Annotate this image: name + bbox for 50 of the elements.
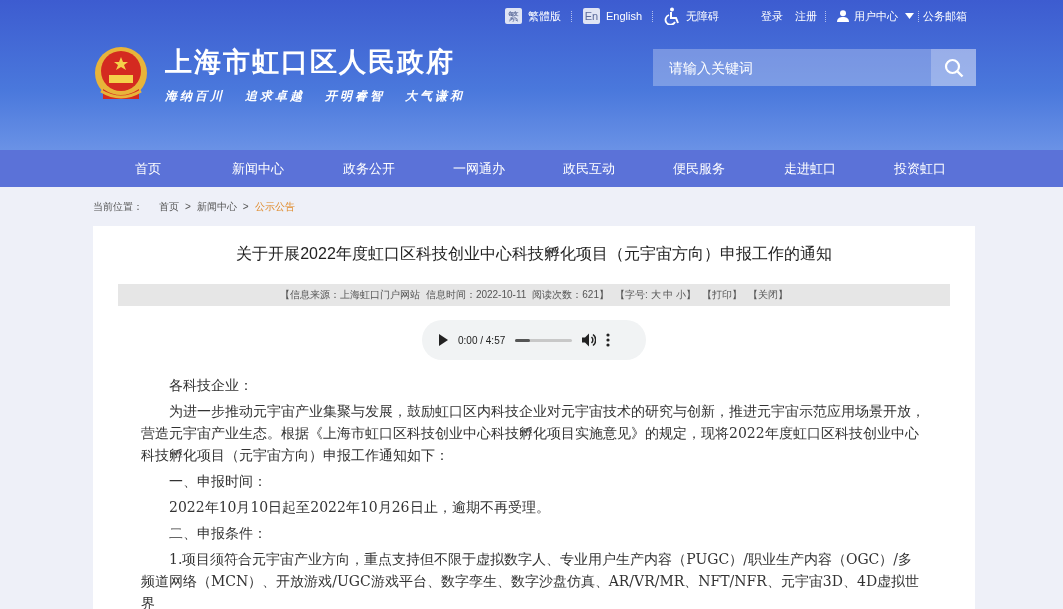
nav-tab[interactable]: 便民服务	[644, 150, 755, 187]
meta-text: 【信息来源：上海虹口门户网站	[279, 288, 420, 302]
breadcrumb-link[interactable]: 新闻中心	[196, 199, 237, 214]
progress-track[interactable]	[515, 338, 573, 342]
meta-link[interactable]: 【字号: 大 中 小】	[615, 288, 697, 302]
article-title: 关于开展2022年度虹口区科技创业中心科技孵化项目（元宇宙方向）申报工作的通知	[235, 244, 833, 264]
english-link[interactable]: En English	[572, 8, 652, 24]
nav-tab[interactable]: 投资虹口	[864, 150, 975, 187]
account-link[interactable]: 登录	[759, 8, 785, 24]
caret-icon	[905, 13, 914, 19]
play-icon	[438, 334, 448, 346]
paragraph: 2022年10月10日起至2022年10月26日止，逾期不再受理。	[168, 498, 551, 517]
paragraph: 各科技企业：	[168, 376, 254, 395]
breadcrumb-separator: >	[185, 201, 191, 212]
audio-player[interactable]: 0:00 / 4:57	[422, 320, 646, 360]
nav-tab[interactable]: 政民互动	[534, 150, 645, 187]
paragraph: 1.项目须符合元宇宙产业方向，重点支持但不限于虚拟数字人、专业用户生产内容（PUGC）/职业生产内容（OGC）/多频道网络（MCN）、开放游戏/UGC游戏平台、数字孪生、数字沙盘仿真、AR/VR/MR、NFT/NFR、元宇宙3D、4D虚拟世界	[141, 550, 921, 609]
nav-tab[interactable]: 政务公开	[313, 150, 424, 187]
wheelchair-icon	[664, 7, 680, 25]
slogan: 开明睿智	[325, 88, 385, 105]
slogan: 海纳百川	[165, 88, 225, 105]
accessibility-link[interactable]: 无障碍	[654, 7, 729, 25]
nav-tab[interactable]: 首页	[93, 150, 204, 187]
traditional-chinese-link[interactable]: 繁 繁體版	[494, 8, 571, 24]
breadcrumb-label: 当前位置：	[93, 199, 143, 214]
paragraph: 一、申报时间：	[168, 472, 268, 491]
meta-text: 信息时间：2022-10-11	[425, 288, 527, 302]
search-icon	[943, 57, 964, 78]
paragraph: 二、申报条件：	[168, 524, 268, 543]
breadcrumb-separator: >	[242, 201, 249, 212]
language-icon: En	[582, 8, 600, 24]
meta-link[interactable]: 【关闭】	[748, 288, 789, 302]
meta-text: 阅读次数：621】	[532, 288, 609, 302]
volume-icon	[582, 333, 597, 347]
meta-link[interactable]: 【打印】	[702, 288, 743, 302]
language-icon: 繁	[504, 8, 522, 24]
nav-tab[interactable]: 新闻中心	[203, 150, 314, 187]
more-icon	[606, 333, 611, 347]
nav-tab[interactable]: 一网通办	[423, 150, 534, 187]
mail-link[interactable]: 公务邮箱	[920, 8, 969, 24]
slogan: 追求卓越	[245, 88, 305, 105]
user-icon	[837, 10, 849, 22]
paragraph: 为进一步推动元宇宙产业集聚与发展，鼓励虹口区内科技企业对元宇宙技术的研究与创新，推进元宇宙示范应用场景开放，营造元宇宙产业生态。根据《上海市虹口区科技创业中心科技孵化项目实施意见》的规定，现将2022年度虹口区科技创业中心科技孵化项目（元宇宙方向）申报工作通知如下：	[141, 402, 925, 465]
breadcrumb-link[interactable]: 首页	[159, 199, 179, 214]
user-center-menu[interactable]: 用户中心	[827, 8, 918, 24]
audio-time: 0:00 / 4:57	[458, 334, 506, 346]
site-title: 上海市虹口区人民政府	[165, 46, 456, 79]
slogan: 大气谦和	[405, 88, 465, 105]
nav-tab[interactable]: 走进虹口	[754, 150, 865, 187]
account-link[interactable]: 注册	[793, 8, 819, 24]
